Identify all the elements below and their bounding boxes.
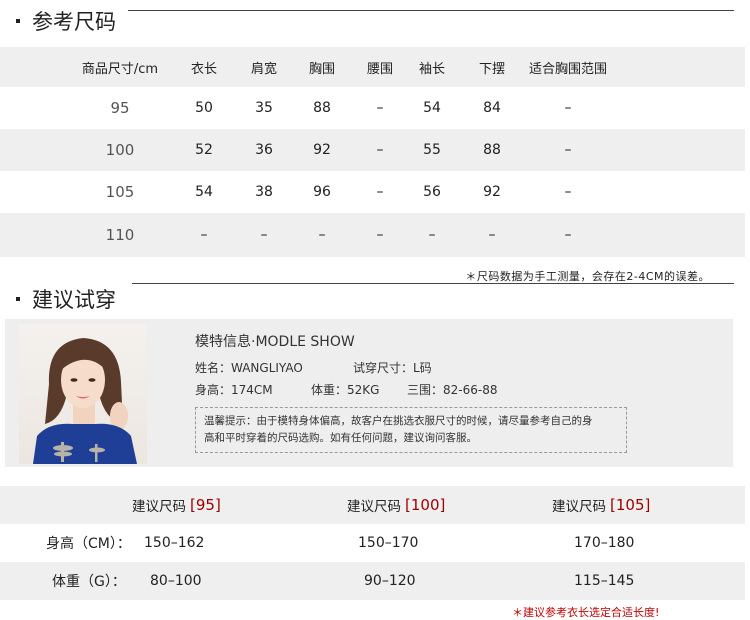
header-waist: 腰围 xyxy=(366,61,393,77)
cell-weight-100: 90–120 xyxy=(364,573,416,589)
length-note: ＊建议参考衣长选定合适长度! xyxy=(512,606,660,619)
recommend-title: 建议试穿 xyxy=(32,288,116,312)
size-table: 商品尺寸/cm 衣长 肩宽 胸围 腰围 袖长 下摆 适合胸围范围 95 50 3… xyxy=(0,47,745,257)
cell-bust-range: – xyxy=(564,142,572,158)
cell-length: 52 xyxy=(195,142,213,158)
header-bust-range: 适合胸围范围 xyxy=(528,61,607,77)
recommend-head-95: 建议尺码 [95] xyxy=(132,486,221,524)
cell-bust: 96 xyxy=(313,184,331,200)
bullet-icon xyxy=(16,297,20,301)
header-size: 商品尺寸/cm xyxy=(81,61,159,77)
cell-bust-range: – xyxy=(564,227,572,243)
model-height: 身高：174CM xyxy=(195,383,273,397)
cell-waist: – xyxy=(376,100,384,116)
table-row: 110 – – – – – – – xyxy=(0,213,745,257)
model-name: 姓名：WANGLIYAO xyxy=(195,361,303,375)
cell-waist: – xyxy=(376,227,384,243)
section-title-recommend: 建议试穿 xyxy=(8,284,116,314)
table-row: 100 52 36 92 – 55 88 – xyxy=(0,129,745,171)
recommend-size-value: [105] xyxy=(610,496,651,514)
recommend-head-label: 建议尺码 xyxy=(347,499,401,515)
table-row: 身高（CM）： 150–162 150–170 170–180 xyxy=(0,524,745,562)
cell-sleeve: 54 xyxy=(423,100,441,116)
table-row: 105 54 38 96 – 56 92 – xyxy=(0,171,745,213)
tip-line-1: 温馨提示：由于模特身体偏高，故客户在挑选衣服尺寸的时候，请尽量参考自己的身 xyxy=(204,415,593,427)
cell-waist: – xyxy=(376,142,384,158)
row-size: 95 xyxy=(110,99,130,117)
divider-line xyxy=(128,10,734,11)
model-try-size: 试穿尺寸：L码 xyxy=(353,361,432,375)
header-hem: 下摆 xyxy=(478,61,505,77)
header-shoulder: 肩宽 xyxy=(250,61,277,77)
cell-bust-range: – xyxy=(564,100,572,116)
cell-height-95: 150–162 xyxy=(144,535,205,551)
header-sleeve: 袖长 xyxy=(418,61,445,77)
cell-sleeve: – xyxy=(428,227,436,243)
recommend-size-value: [100] xyxy=(405,496,446,514)
recommend-head-100: 建议尺码 [100] xyxy=(347,486,445,524)
recommend-header-row: 建议尺码 [95] 建议尺码 [100] 建议尺码 [105] xyxy=(0,486,745,524)
cell-waist: – xyxy=(376,184,384,200)
cell-shoulder: 38 xyxy=(255,184,273,200)
cell-sleeve: 55 xyxy=(423,142,441,158)
cell-hem: 92 xyxy=(483,184,501,200)
cell-hem: 84 xyxy=(483,100,501,116)
cell-hem: – xyxy=(488,227,496,243)
model-heading: 模特信息·MODLE SHOW xyxy=(195,334,355,350)
cell-hem: 88 xyxy=(483,142,501,158)
cell-bust: 88 xyxy=(313,100,331,116)
divider-line xyxy=(132,283,734,284)
cell-weight-105: 115–145 xyxy=(574,573,635,589)
bullet-icon xyxy=(16,19,20,23)
cell-shoulder: 36 xyxy=(255,142,273,158)
row-size: 100 xyxy=(105,141,135,159)
cell-height-105: 170–180 xyxy=(574,535,635,551)
header-bust: 胸围 xyxy=(308,61,335,77)
recommend-head-label: 建议尺码 xyxy=(552,499,606,515)
tip-line-2: 高和平时穿着的尺码选购。如有任何问题，建议询问客服。 xyxy=(204,432,477,444)
cell-bust: 92 xyxy=(313,142,331,158)
tip-box: 温馨提示：由于模特身体偏高，故客户在挑选衣服尺寸的时候，请尽量参考自己的身 高和… xyxy=(195,407,627,453)
row-size: 110 xyxy=(105,226,135,244)
cell-shoulder: 35 xyxy=(255,100,273,116)
table-header-row: 商品尺寸/cm 衣长 肩宽 胸围 腰围 袖长 下摆 适合胸围范围 xyxy=(0,47,745,87)
section-title-reference: 参考尺码 xyxy=(8,6,116,36)
cell-sleeve: 56 xyxy=(423,184,441,200)
recommend-head-label: 建议尺码 xyxy=(132,499,186,515)
recommend-table: 建议尺码 [95] 建议尺码 [100] 建议尺码 [105] 身高（CM）： … xyxy=(0,486,745,600)
cell-bust: – xyxy=(318,227,326,243)
recommend-size-value: [95] xyxy=(190,496,221,514)
row-label-height: 身高（CM）： xyxy=(46,536,131,552)
cell-shoulder: – xyxy=(260,227,268,243)
cell-length: 50 xyxy=(195,100,213,116)
cell-height-100: 150–170 xyxy=(358,535,419,551)
measurement-note: ＊尺码数据为手工测量，会存在2-4CM的误差。 xyxy=(465,270,710,283)
cell-length: – xyxy=(200,227,208,243)
cell-bust-range: – xyxy=(564,184,572,200)
cell-weight-95: 80–100 xyxy=(150,573,202,589)
recommend-head-105: 建议尺码 [105] xyxy=(552,486,650,524)
model-measurements: 三围：82-66-88 xyxy=(407,383,498,397)
model-photo xyxy=(19,324,147,464)
row-label-weight: 体重（G）： xyxy=(52,574,126,590)
cell-length: 54 xyxy=(195,184,213,200)
row-size: 105 xyxy=(105,183,135,201)
header-length: 衣长 xyxy=(190,61,217,77)
model-info-panel: 模特信息·MODLE SHOW 姓名：WANGLIYAO 试穿尺寸：L码 身高：… xyxy=(5,319,733,467)
table-row: 体重（G）： 80–100 90–120 115–145 xyxy=(0,562,745,600)
model-photo-illustration xyxy=(33,338,137,464)
reference-title: 参考尺码 xyxy=(32,10,116,34)
table-row: 95 50 35 88 – 54 84 – xyxy=(0,87,745,129)
model-weight: 体重：52KG xyxy=(311,383,380,397)
